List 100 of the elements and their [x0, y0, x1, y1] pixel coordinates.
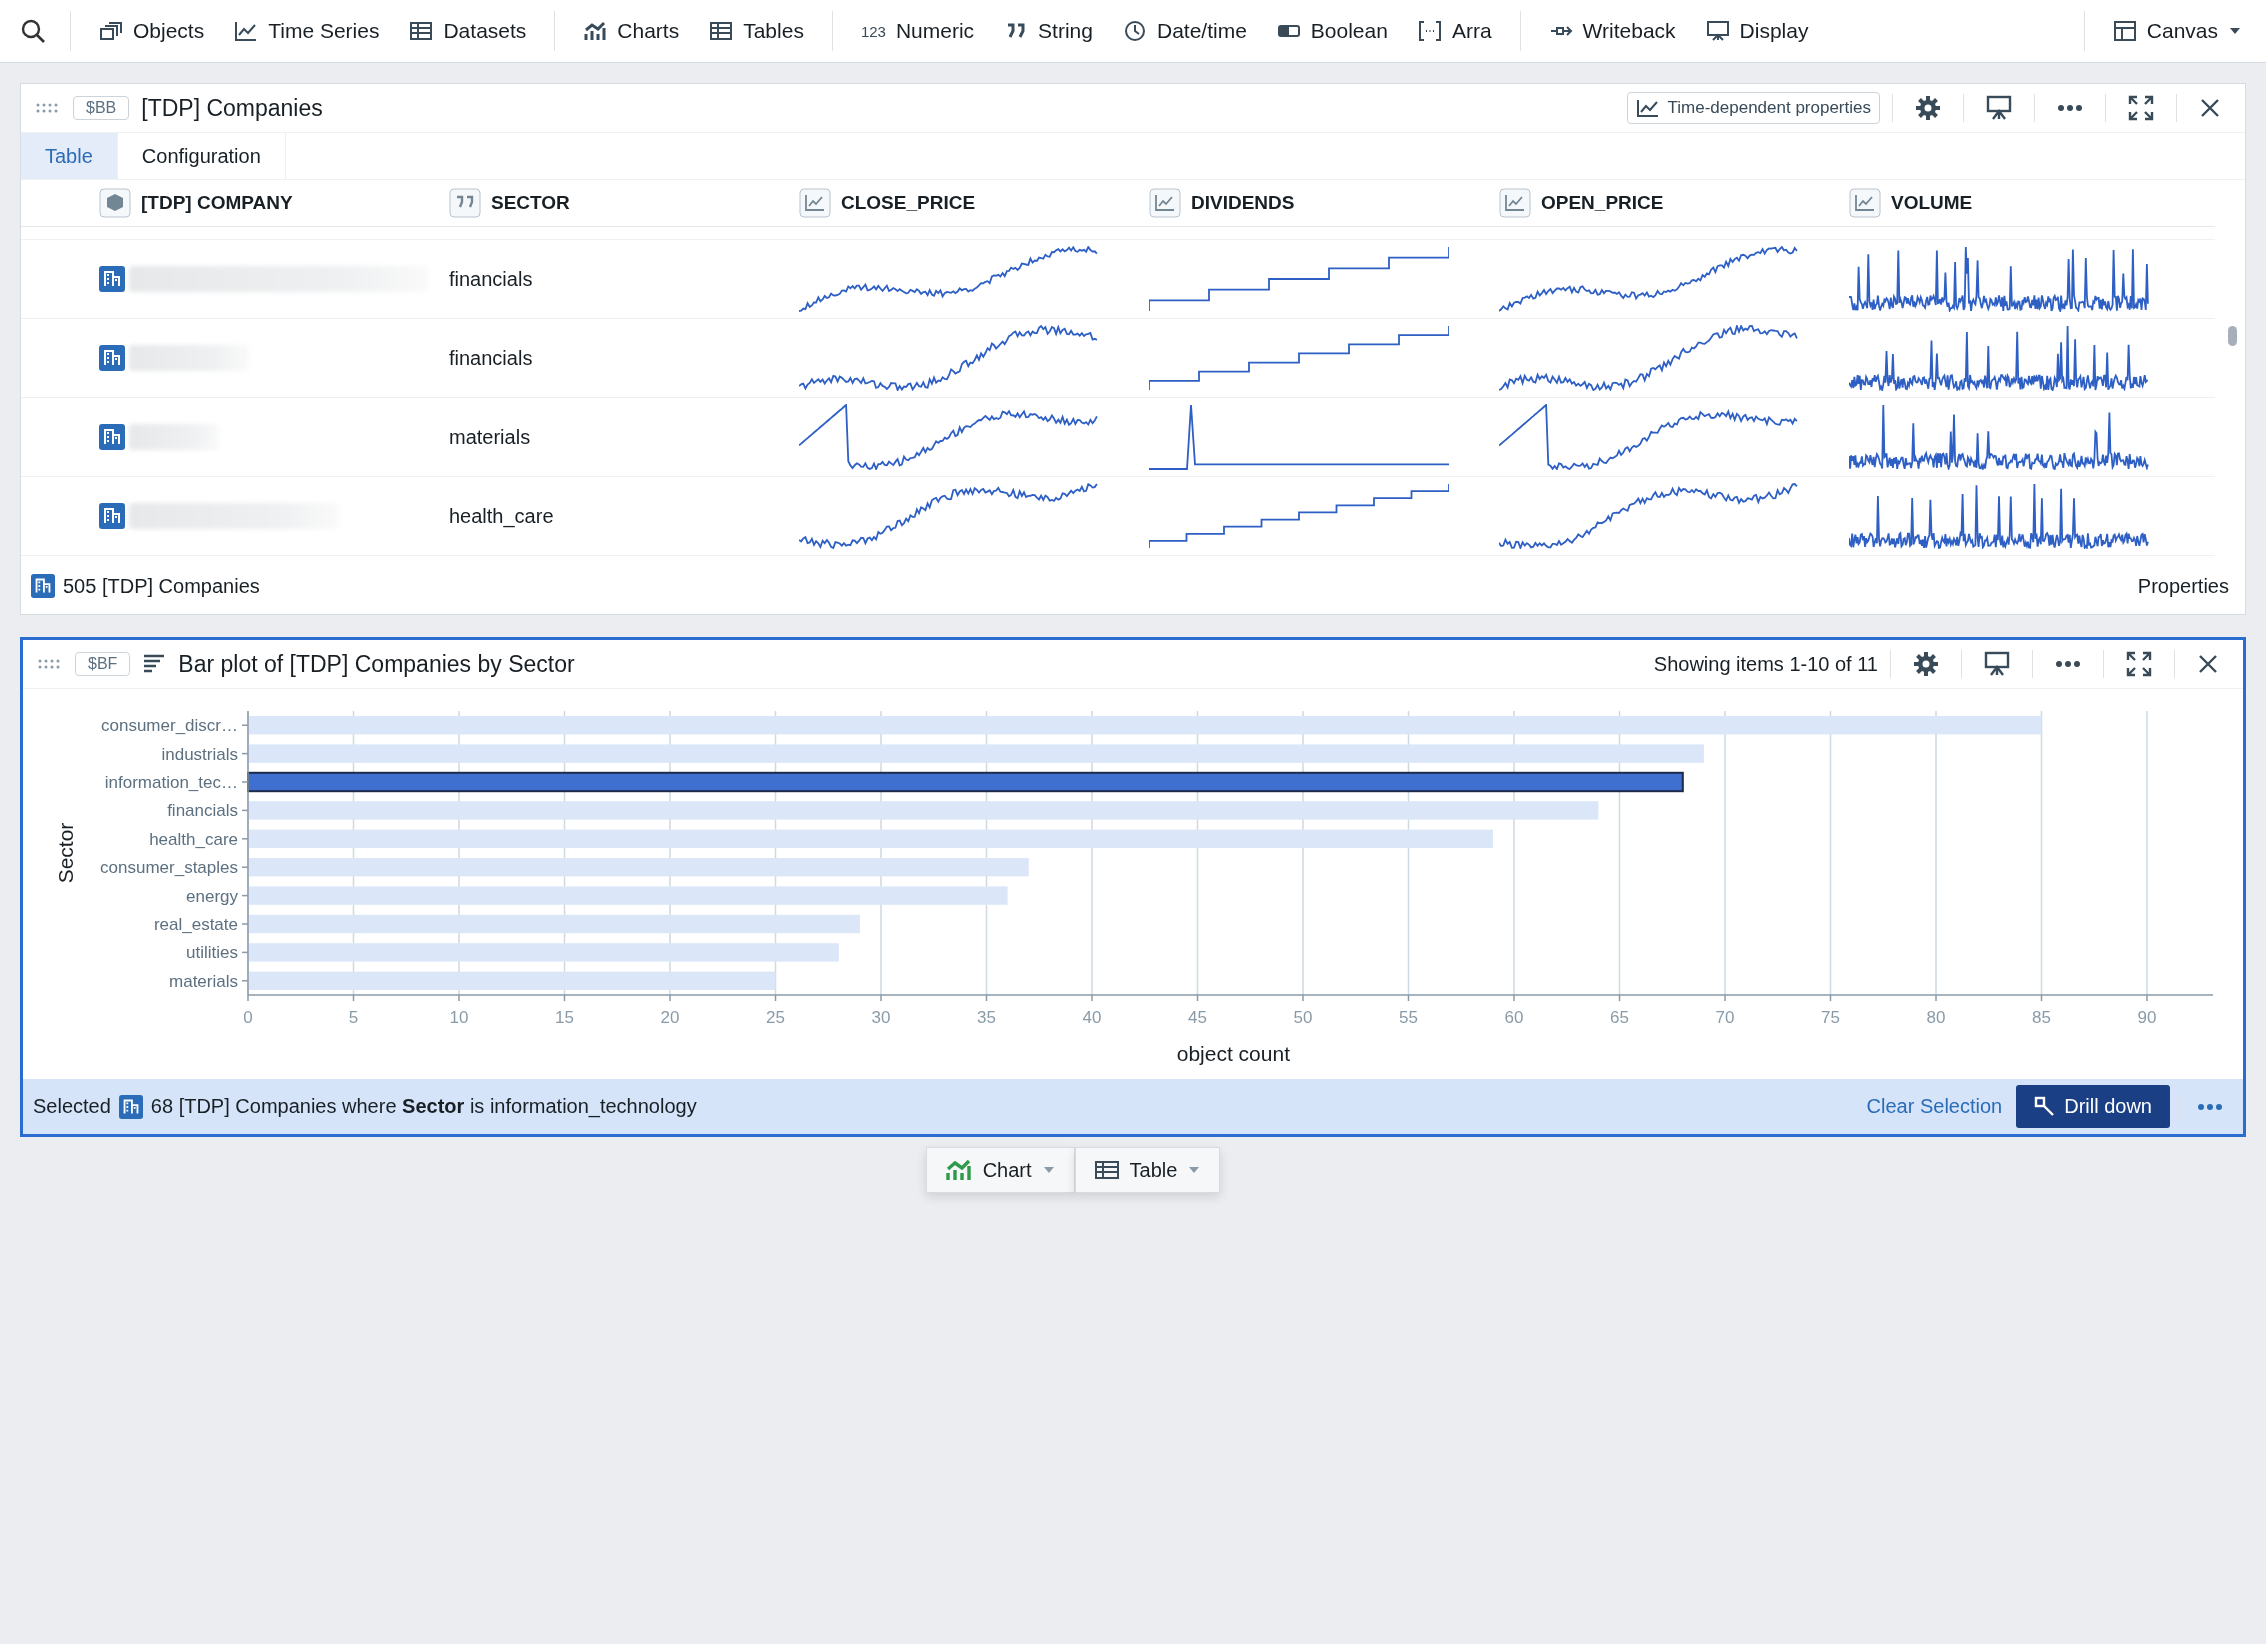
column-header[interactable]: VOLUME — [1849, 180, 2199, 226]
close-icon — [2197, 653, 2219, 675]
tick-label: 70 — [1715, 1008, 1735, 1027]
presentation-icon — [1705, 20, 1730, 42]
toolbar-button[interactable]: Time Series — [222, 11, 392, 51]
maximize-icon — [2128, 95, 2154, 121]
building-icon — [99, 345, 125, 371]
add-dropdown[interactable]: Chart — [925, 1147, 1075, 1193]
toolbar-button[interactable]: Writeback — [1536, 11, 1688, 51]
toolbar-button[interactable]: Boolean — [1264, 11, 1400, 51]
bar[interactable] — [247, 771, 1684, 793]
building-icon — [118, 1094, 143, 1119]
building-icon — [31, 574, 55, 598]
more-icon — [2197, 1102, 2223, 1111]
line-chart-icon — [234, 20, 259, 42]
tick-label: 55 — [1399, 1008, 1418, 1027]
close-icon — [2199, 97, 2221, 119]
drill-down-button[interactable]: Drill down — [2016, 1085, 2170, 1128]
building-icon — [99, 266, 125, 292]
tick-label: 30 — [871, 1008, 891, 1027]
selection-text: 68 [TDP] Companies where Sector is information_technology — [150, 1095, 697, 1118]
presentation-icon — [1984, 651, 2010, 677]
selected-label: Selected — [33, 1095, 111, 1118]
bar-chart-icon — [583, 20, 608, 42]
y-axis-title: Sector — [54, 822, 77, 884]
tick-label: 25 — [766, 1008, 785, 1027]
object-count: 505 [TDP] Companies — [63, 574, 260, 598]
line-chart-icon — [1635, 98, 1660, 118]
column-header[interactable]: DIVIDENDS — [1149, 180, 1499, 226]
line-chart-icon — [1499, 188, 1531, 218]
category-label: energy — [186, 886, 238, 906]
tick-label: 50 — [1293, 1008, 1313, 1027]
toolbar-button[interactable]: Objects — [87, 11, 217, 51]
category-label: real_estate — [153, 915, 238, 934]
toolbar-button[interactable]: Datasets — [397, 11, 539, 51]
toolbar-button[interactable]: Display — [1693, 11, 1821, 51]
category-label: consumer_discr… — [101, 716, 238, 736]
tab[interactable]: Table — [21, 133, 118, 179]
column-header[interactable]: SECTOR — [449, 180, 799, 226]
clear-selection-link[interactable]: Clear Selection — [1860, 1095, 2009, 1118]
toolbar-button[interactable]: Tables — [697, 11, 816, 51]
tab[interactable]: Configuration — [117, 133, 286, 179]
add-dropdown[interactable]: Table — [1074, 1147, 1221, 1193]
table-icon — [409, 20, 434, 42]
presentation-icon — [1986, 95, 2012, 121]
category-label: consumer_staples — [100, 858, 238, 878]
toolbar-button[interactable]: String — [992, 11, 1105, 51]
brackets-icon — [1417, 20, 1442, 42]
building-icon — [99, 424, 125, 450]
toolbar-button[interactable]: Arra — [1405, 11, 1504, 51]
category-label: health_care — [149, 829, 238, 849]
tick-label: 15 — [555, 1008, 574, 1027]
tick-label: 65 — [1610, 1008, 1629, 1027]
line-chart-icon — [1149, 188, 1181, 218]
column-header[interactable]: CLOSE_PRICE — [799, 180, 1149, 226]
maximize-icon — [2126, 651, 2152, 677]
tick-label: 85 — [2032, 1008, 2051, 1027]
tick-label: 5 — [348, 1008, 359, 1027]
sector-text: materials — [449, 425, 531, 449]
category-label: materials — [169, 971, 238, 991]
column-header[interactable]: OPEN_PRICE — [1499, 180, 1849, 226]
column-header[interactable]: [TDP] COMPANY — [99, 180, 449, 226]
caret-icon — [1041, 1165, 1056, 1175]
toolbar-button[interactable]: Date/time — [1110, 11, 1259, 51]
cube-icon — [99, 188, 131, 218]
item-count-label: Showing items 1-10 of 11 — [1653, 652, 1878, 676]
caret-icon — [1187, 1165, 1202, 1175]
category-label: industrials — [161, 744, 238, 764]
tick-label: 20 — [660, 1008, 680, 1027]
search-icon — [20, 18, 46, 44]
sector-text: financials — [449, 346, 533, 370]
variable-tag: $BF — [75, 652, 131, 676]
caret-icon — [2228, 26, 2242, 36]
panel-title: [TDP] Companies — [141, 94, 323, 122]
category-label: financials — [167, 801, 238, 821]
toolbar-button[interactable]: 123 Numeric — [848, 11, 987, 51]
properties-button[interactable]: Properties — [2131, 574, 2235, 598]
tick-label: 40 — [1082, 1008, 1102, 1027]
tick-label: 80 — [1926, 1008, 1946, 1027]
table-icon — [1093, 1159, 1120, 1181]
more-icon — [2057, 104, 2083, 112]
sector-text: health_care — [449, 504, 554, 528]
stack-icon — [99, 20, 123, 42]
canvas-dropdown[interactable]: Canvas — [2100, 11, 2254, 51]
scrollbar-thumb[interactable] — [2228, 326, 2237, 346]
sort-lines-icon — [142, 653, 167, 675]
numeric-icon: 123 — [860, 22, 886, 40]
table-icon — [709, 20, 734, 42]
clock-icon — [1122, 20, 1147, 42]
time-dependent-button[interactable]: Time-dependent properties — [1626, 92, 1880, 124]
line-chart-icon — [799, 188, 831, 218]
tick-label: 60 — [1504, 1008, 1524, 1027]
bar-chart-icon — [944, 1158, 973, 1182]
layout-icon — [2112, 20, 2137, 42]
tick-label: 45 — [1188, 1008, 1207, 1027]
tick-label: 75 — [1821, 1008, 1840, 1027]
category-label: information_tec… — [104, 773, 238, 792]
quote-icon — [449, 188, 481, 218]
tick-label: 10 — [449, 1008, 469, 1027]
toolbar-button[interactable]: Charts — [571, 11, 692, 51]
